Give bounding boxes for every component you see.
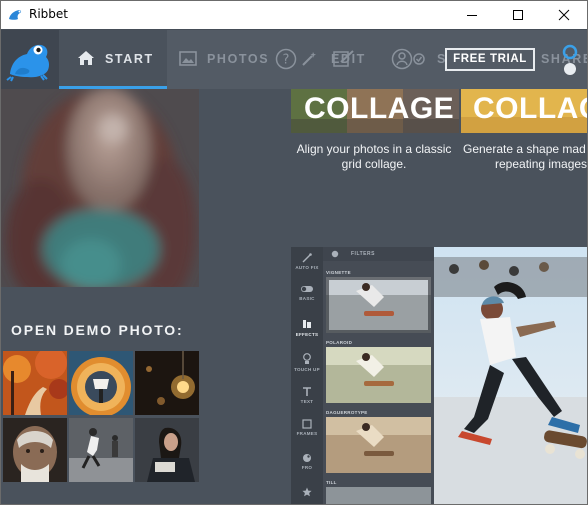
preview-sidebar-basic: BASIC [299, 296, 315, 301]
vignette-thumbnail [323, 274, 434, 336]
preview-sidebar: AUTO FIX BASIC EFFECTS TOUCH UP TEXT FRA… [291, 247, 323, 504]
demo-photo-light-bulb[interactable] [135, 351, 199, 415]
preview-filters-panel: FILTERS VIGNETTE POLAROID DAGUERROTYPE T… [323, 247, 434, 504]
collage-classic-desc-line2: grid collage. [341, 157, 407, 171]
daguerrotype-thumbnail [326, 417, 431, 473]
preview-sidebar-auto-fix: AUTO FIX [295, 265, 319, 270]
maximize-icon [513, 10, 523, 20]
active-tab-indicator [59, 86, 167, 89]
collage-classic-description: Align your photos in a classic grid coll… [291, 142, 457, 172]
tunnel-image [69, 351, 133, 415]
basic-toggle-icon [301, 286, 313, 292]
portrait-graphic [1, 89, 199, 287]
collage-shape-description: Generate a shape mad repeating images [461, 142, 587, 172]
autumn-road-image [3, 351, 67, 415]
skaters-image [69, 418, 133, 482]
collage-classic-desc-line1: Align your photos in a classic [296, 142, 452, 156]
effects-icon [303, 320, 311, 328]
tab-photos[interactable]: PHOTOS [167, 30, 270, 89]
frosting-icon [303, 454, 311, 462]
auto-fix-icon [302, 253, 312, 263]
filters-icon [331, 250, 339, 258]
till-thumbnail [326, 487, 431, 504]
touch-up-icon [303, 353, 311, 364]
app-window: Ribbet START PHOTOS ? EDIT S FREE TRIAL … [0, 0, 588, 505]
preview-filters-header-label: FILTERS [351, 251, 375, 257]
magic-wand-icon [302, 52, 316, 66]
minimize-button[interactable] [449, 1, 495, 29]
help-icon: ? [275, 48, 297, 70]
preview-filter-daguerrotype: DAGUERROTYPE [326, 409, 431, 478]
shape-collage-card-title: COLLAG [473, 92, 587, 125]
tab-photos-label: PHOTOS [207, 52, 270, 66]
demo-photo-woman-reading[interactable] [135, 418, 199, 482]
preview-sidebar-frames: FRAMES [296, 431, 318, 436]
featured-portrait-image [1, 89, 199, 287]
free-trial-button[interactable]: FREE TRIAL [445, 48, 535, 71]
preview-filter-polaroid: POLAROID [326, 339, 431, 408]
svg-text:?: ? [283, 53, 290, 68]
preview-sidebar-fro: FRO [301, 465, 313, 470]
title-bar: Ribbet [1, 1, 587, 29]
collage-card-shape[interactable]: COLLAG [461, 89, 587, 133]
top-navigation: START PHOTOS ? EDIT S FREE TRIAL SHAR [1, 30, 587, 89]
preview-skater-photo [434, 247, 587, 504]
preview-filter-polaroid-label: POLAROID [326, 340, 353, 345]
close-icon [558, 9, 570, 21]
tab-edit[interactable]: ? EDIT [267, 30, 385, 89]
old-man-image [3, 418, 67, 482]
frames-icon [302, 419, 312, 429]
preview-filter-till-label: TILL [326, 480, 337, 485]
collage-card-classic[interactable]: COLLAGE [291, 89, 459, 133]
woman-reading-image [135, 418, 199, 482]
preview-filter-till: TILL [326, 479, 431, 504]
star-icon [302, 487, 312, 497]
close-button[interactable] [541, 1, 587, 29]
open-demo-photo-heading: OPEN DEMO PHOTO: [11, 322, 184, 338]
preview-sidebar-touch-up: TOUCH UP [294, 367, 320, 372]
preview-filter-daguerrotype-label: DAGUERROTYPE [326, 410, 368, 415]
ribbet-app-icon [9, 10, 22, 20]
preview-filter-vignette-label: VIGNETTE [326, 270, 351, 275]
skater-photo-graphic [434, 247, 587, 504]
light-bulb-image [135, 351, 199, 415]
tab-start[interactable]: START [59, 30, 167, 89]
collage-card-title: COLLAGE [304, 92, 455, 125]
maximize-button[interactable] [495, 1, 541, 29]
preview-sidebar-effects: EFFECTS [295, 332, 319, 337]
preview-filter-vignette: VIGNETTE [323, 269, 434, 338]
demo-photo-old-man[interactable] [3, 418, 67, 482]
demo-photo-skaters[interactable] [69, 418, 133, 482]
tab-edit-label: EDIT [331, 52, 366, 66]
collage-shape-desc-line1: Generate a shape mad [463, 142, 586, 156]
preview-sidebar-text: TEXT [300, 399, 314, 404]
collage-options: COLLAGE COLLAG [291, 89, 587, 133]
demo-photo-tunnel[interactable] [69, 351, 133, 415]
text-icon [303, 387, 311, 396]
app-content: START PHOTOS ? EDIT S FREE TRIAL SHAR CO… [1, 30, 587, 504]
frog-icon [6, 44, 50, 82]
demo-photo-autumn-road[interactable] [3, 351, 67, 415]
polaroid-thumbnail [326, 347, 431, 403]
people-icon [391, 48, 425, 70]
minimize-icon [467, 15, 477, 16]
image-icon [179, 51, 197, 66]
tab-share[interactable]: SHARE [535, 30, 587, 89]
home-icon [78, 51, 94, 65]
window-title: Ribbet [29, 7, 68, 21]
preview-filters-header: FILTERS [323, 247, 434, 261]
tab-start-label: START [105, 52, 154, 66]
share-icon [562, 44, 578, 75]
ribbet-logo[interactable] [1, 30, 59, 89]
editor-preview-image: AUTO FIX BASIC EFFECTS TOUCH UP TEXT FRA… [291, 247, 587, 504]
tab-create[interactable]: S [385, 30, 445, 89]
collage-shape-desc-line2: repeating images [495, 157, 587, 171]
